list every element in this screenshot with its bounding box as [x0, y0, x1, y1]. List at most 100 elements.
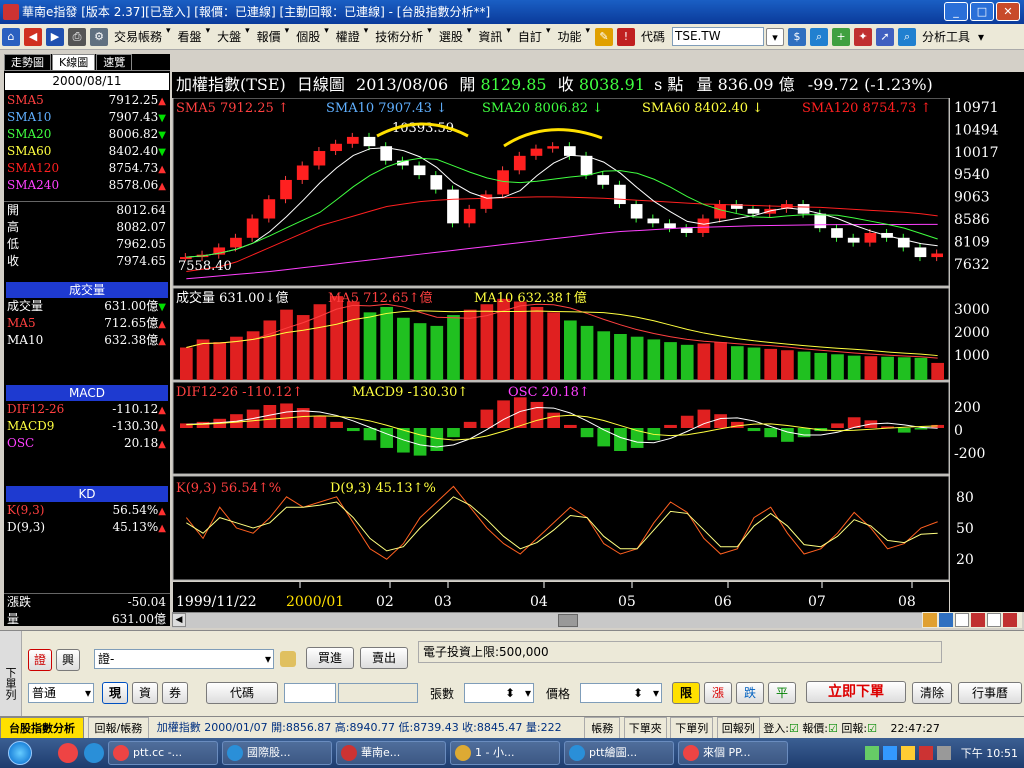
order-folder-button[interactable]: 下單夾: [623, 717, 667, 738]
account-button[interactable]: 帳務: [584, 717, 621, 738]
tab-index-analysis[interactable]: 台股指數分析: [0, 717, 84, 738]
menu-chevron-down-icon[interactable]: ▾: [546, 26, 551, 48]
order-list-button[interactable]: 下單列: [670, 717, 714, 738]
menu-item-3[interactable]: 報價: [253, 26, 285, 48]
menu-item-10[interactable]: 功能: [553, 26, 585, 48]
code-input[interactable]: TSE.TW: [672, 27, 765, 46]
quantity-spin-icon[interactable]: ⬍: [505, 684, 515, 702]
menu-chevron-down-icon[interactable]: ▾: [206, 26, 211, 48]
tab-kline[interactable]: K線圖: [52, 54, 96, 70]
menu-chevron-down-icon[interactable]: ▾: [585, 26, 590, 48]
menu-item-9[interactable]: 自訂: [514, 26, 546, 48]
zoom-icon[interactable]: +: [832, 27, 851, 46]
chrome-icon[interactable]: [58, 743, 78, 763]
menu-chevron-down-icon[interactable]: ▾: [285, 26, 290, 48]
minimize-button[interactable]: _: [944, 2, 968, 21]
taskbar-item[interactable]: 華南e...: [336, 741, 446, 765]
scroll-thumb[interactable]: [558, 614, 578, 627]
home-icon[interactable]: ⌂: [2, 27, 20, 46]
tray-icon-2[interactable]: [882, 746, 897, 760]
taskbar-item[interactable]: 來個 PP...: [678, 741, 788, 765]
code-button[interactable]: 代碼: [206, 682, 278, 704]
ie-icon[interactable]: [84, 743, 104, 763]
analysis-tools-chevron-icon[interactable]: ▾: [974, 26, 988, 48]
chart-tool-icon-1[interactable]: [923, 613, 937, 627]
tab-report[interactable]: 回報/帳務: [87, 717, 150, 738]
price-stepper[interactable]: ⬍ ▾: [580, 683, 662, 703]
chart-tool-icon-3[interactable]: [955, 613, 969, 627]
limit-up-button[interactable]: 漲: [704, 682, 732, 704]
tab-trend[interactable]: 走勢圖: [4, 54, 51, 70]
pencil-icon[interactable]: ✎: [595, 27, 614, 46]
menu-item-7[interactable]: 選股: [435, 26, 467, 48]
chart-tool-icon-2[interactable]: [939, 613, 953, 627]
menu-chevron-down-icon[interactable]: ▾: [467, 26, 472, 48]
start-button[interactable]: [0, 738, 40, 768]
quantity-stepper[interactable]: ⬍ ▾: [464, 683, 534, 703]
margin-button[interactable]: 資: [132, 682, 158, 704]
close-button[interactable]: ✕: [996, 2, 1020, 21]
menu-chevron-down-icon[interactable]: ▾: [427, 26, 432, 48]
chart-tool-icon-6[interactable]: [1003, 613, 1017, 627]
menu-chevron-down-icon[interactable]: ▾: [245, 26, 250, 48]
analysis-tools-icon[interactable]: ⌕: [898, 27, 917, 46]
menu-item-2[interactable]: 大盤: [213, 26, 245, 48]
order-type-dropdown-icon[interactable]: ▾: [85, 684, 91, 702]
menu-item-5[interactable]: 權證: [332, 26, 364, 48]
account-select[interactable]: 證- ▾: [94, 649, 274, 669]
settings-icon[interactable]: ⚙: [90, 27, 108, 46]
chart-tool-icon-5[interactable]: [987, 613, 1001, 627]
search-icon[interactable]: ⌕: [810, 27, 829, 46]
tray-icon-4[interactable]: [918, 746, 933, 760]
forward-icon[interactable]: ▶: [46, 27, 64, 46]
clear-button[interactable]: 清除: [912, 682, 952, 704]
scroll-left-icon[interactable]: ◀: [172, 613, 186, 627]
order-now-button[interactable]: 立即下單: [806, 681, 906, 703]
menu-chevron-down-icon[interactable]: ▾: [166, 26, 171, 48]
taskbar-item[interactable]: 1 - 小...: [450, 741, 560, 765]
chart-tool-icon-4[interactable]: [971, 613, 985, 627]
analysis-tools-menu[interactable]: 分析工具: [918, 26, 974, 48]
order-code-input[interactable]: [284, 683, 336, 703]
limit-button[interactable]: 限: [672, 682, 700, 704]
menu-item-0[interactable]: 交易帳務: [110, 26, 166, 48]
flat-button[interactable]: 平: [768, 682, 796, 704]
tab-overview[interactable]: 速覽: [96, 54, 133, 70]
menu-chevron-down-icon[interactable]: ▾: [506, 26, 511, 48]
print-icon[interactable]: ⎙: [68, 27, 86, 46]
alert-icon[interactable]: !: [617, 27, 636, 46]
maximize-button[interactable]: □: [970, 2, 994, 21]
chart-area[interactable]: 10393.597558.40SMA5 7912.25 ↑ SMA10 7907.…: [172, 98, 1024, 612]
buy-button[interactable]: 買進: [306, 647, 354, 669]
taskbar-item[interactable]: 國際股...: [222, 741, 332, 765]
tray-icon-3[interactable]: [900, 746, 915, 760]
cash-button[interactable]: 現: [102, 682, 128, 704]
quantity-dropdown-icon[interactable]: ▾: [525, 684, 531, 702]
tray-icon-1[interactable]: [864, 746, 879, 760]
account-dropdown-icon[interactable]: ▾: [265, 650, 271, 668]
pointer-icon[interactable]: ➚: [876, 27, 895, 46]
menu-item-6[interactable]: 技術分析: [371, 26, 427, 48]
report-list-button[interactable]: 回報列: [716, 717, 760, 738]
lock-icon[interactable]: [280, 651, 296, 667]
price-spin-icon[interactable]: ⬍: [633, 684, 643, 702]
volume-icon[interactable]: [936, 746, 951, 760]
futures-tab[interactable]: 興: [56, 649, 80, 671]
back-icon[interactable]: ◀: [24, 27, 42, 46]
order-type-select[interactable]: 普通 ▾: [28, 683, 94, 703]
menu-item-4[interactable]: 個股: [292, 26, 324, 48]
chart-scrollbar[interactable]: ◀ ▶: [172, 612, 950, 628]
limit-down-button[interactable]: 跌: [736, 682, 764, 704]
securities-tab[interactable]: 證: [28, 649, 52, 671]
short-button[interactable]: 券: [162, 682, 188, 704]
price-dropdown-icon[interactable]: ▾: [653, 684, 659, 702]
menu-chevron-down-icon[interactable]: ▾: [324, 26, 329, 48]
tool-icon[interactable]: ✦: [854, 27, 873, 46]
menu-item-8[interactable]: 資訊: [474, 26, 506, 48]
menu-item-1[interactable]: 看盤: [174, 26, 206, 48]
calendar-button[interactable]: 行事曆: [958, 682, 1022, 704]
quote-icon[interactable]: $: [788, 27, 807, 46]
taskbar-item[interactable]: ptt.cc -...: [108, 741, 218, 765]
dropdown-icon[interactable]: ▾: [766, 27, 785, 46]
sell-button[interactable]: 賣出: [360, 647, 408, 669]
